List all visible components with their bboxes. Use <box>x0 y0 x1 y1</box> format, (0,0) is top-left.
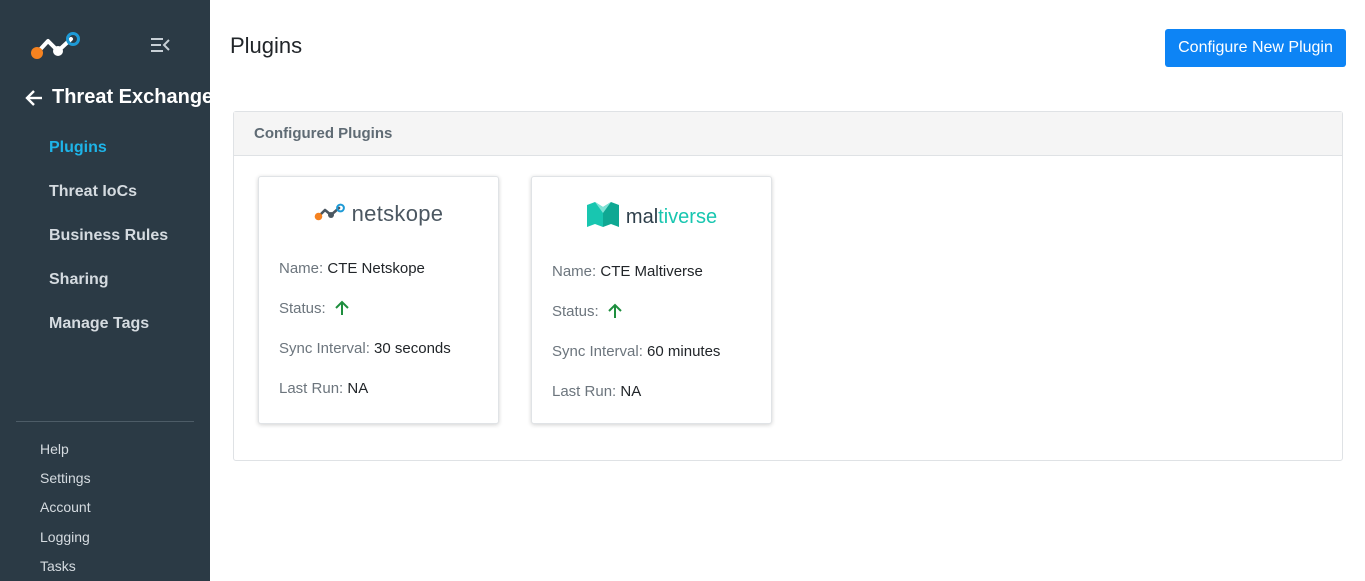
plugin-sync-interval: 30 seconds <box>374 340 451 357</box>
plugin-card-netskope[interactable]: netskope Name: CTE Netskope Status: Sync… <box>258 176 499 424</box>
plugin-sync-row: Sync Interval: 30 seconds <box>279 340 451 357</box>
sidebar-item-business-rules[interactable]: Business Rules <box>49 225 168 269</box>
sidebar-bottom-nav: Help Settings Account Logging Tasks <box>40 439 91 581</box>
sidebar-item-tasks[interactable]: Tasks <box>40 556 91 581</box>
back-to-threat-exchange[interactable]: Threat Exchange <box>24 86 213 109</box>
sidebar-item-sharing[interactable]: Sharing <box>49 269 168 313</box>
page-title: Plugins <box>230 33 303 58</box>
plugin-status-row: Status: <box>279 300 350 317</box>
arrow-up-icon <box>607 303 623 319</box>
maltiverse-logo-icon <box>586 201 620 234</box>
sidebar-divider <box>16 421 194 422</box>
plugin-name-row: Name: CTE Netskope <box>279 260 425 277</box>
configure-new-plugin-button[interactable]: Configure New Plugin <box>1165 29 1346 67</box>
plugin-name: CTE Maltiverse <box>600 263 703 280</box>
netskope-wordmark: netskope <box>351 201 444 226</box>
plugin-name: CTE Netskope <box>327 260 425 277</box>
sidebar-item-plugins[interactable]: Plugins <box>49 137 168 181</box>
sidebar: Threat Exchange Plugins Threat IoCs Busi… <box>0 0 213 581</box>
sidebar-item-settings[interactable]: Settings <box>40 468 91 497</box>
maltiverse-brand: maltiverse <box>532 201 771 234</box>
panel-title: Configured Plugins <box>234 112 1342 156</box>
configured-plugins-panel: Configured Plugins netskope Name: CTE Ne… <box>233 111 1343 461</box>
plugin-sync-interval: 60 minutes <box>647 343 721 360</box>
sidebar-item-threat-iocs[interactable]: Threat IoCs <box>49 181 168 225</box>
netskope-logo-icon[interactable] <box>30 30 82 60</box>
plugin-last-run: NA <box>620 383 642 400</box>
arrow-up-icon <box>334 300 350 316</box>
sidebar-item-help[interactable]: Help <box>40 439 91 468</box>
sidebar-nav: Plugins Threat IoCs Business Rules Shari… <box>49 137 168 357</box>
sidebar-item-logging[interactable]: Logging <box>40 527 91 556</box>
netskope-logo-icon <box>314 203 346 226</box>
plugin-lastrun-row: Last Run: NA <box>279 380 369 397</box>
plugin-card-maltiverse[interactable]: maltiverse Name: CTE Maltiverse Status: … <box>531 176 772 424</box>
sidebar-item-manage-tags[interactable]: Manage Tags <box>49 313 168 357</box>
maltiverse-wordmark: maltiverse <box>625 206 718 228</box>
plugin-lastrun-row: Last Run: NA <box>552 383 642 400</box>
collapse-menu-icon[interactable] <box>149 35 171 55</box>
sidebar-item-account[interactable]: Account <box>40 497 91 526</box>
netskope-brand: netskope <box>259 201 498 227</box>
section-title: Threat Exchange <box>52 86 214 108</box>
plugin-name-row: Name: CTE Maltiverse <box>552 263 703 280</box>
plugin-sync-row: Sync Interval: 60 minutes <box>552 343 721 360</box>
plugin-last-run: NA <box>347 380 369 397</box>
plugin-status-row: Status: <box>552 303 623 320</box>
arrow-left-icon <box>24 88 44 108</box>
